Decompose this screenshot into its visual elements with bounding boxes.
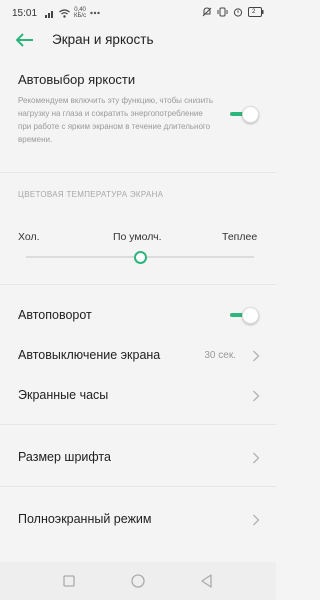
- mute-bell-icon: [202, 7, 212, 17]
- auto-rotate-toggle[interactable]: [230, 307, 259, 324]
- recents-square-icon[interactable]: [61, 573, 77, 589]
- screen-timeout-label: Автовыключение экрана: [18, 348, 161, 362]
- vibrate-icon: [217, 7, 228, 17]
- status-icons-left: 0,40 КБ/с: [45, 7, 100, 19]
- color-temp-slider-thumb[interactable]: [133, 251, 147, 264]
- home-circle-icon[interactable]: [130, 573, 146, 589]
- color-temp-cold-label: Хол.: [18, 231, 40, 243]
- font-size-label: Размер шрифта: [18, 450, 111, 464]
- color-temp-default-label: По умолч.: [113, 231, 162, 243]
- toggle-thumb: [242, 307, 259, 324]
- header: Экран и яркость: [0, 26, 276, 54]
- chevron-right-icon: [253, 452, 260, 464]
- auto-brightness-title: Автовыбор яркости: [18, 72, 136, 87]
- back-triangle-icon[interactable]: [199, 573, 215, 589]
- chevron-right-icon: [253, 350, 260, 362]
- chevron-right-icon: [253, 514, 260, 526]
- screen-clock-row[interactable]: Экранные часы: [0, 376, 276, 416]
- net-speed-indicator: 0,40 КБ/с: [74, 7, 86, 19]
- screen-timeout-row[interactable]: Автовыключение экрана 30 сек.: [0, 336, 276, 376]
- auto-brightness-toggle[interactable]: [230, 106, 259, 123]
- navigation-bar: [0, 562, 276, 600]
- battery-level: 2: [252, 9, 256, 15]
- screen-clock-label: Экранные часы: [18, 388, 109, 402]
- status-icons-right: 2: [202, 7, 264, 17]
- divider: [0, 284, 276, 285]
- signal-icon: [45, 10, 53, 18]
- status-bar: 15:01 0,40 КБ/с 2: [0, 0, 276, 26]
- divider: [0, 424, 276, 425]
- fullscreen-label: Полноэкранный режим: [18, 512, 152, 526]
- auto-rotate-label: Автоповорот: [18, 308, 92, 322]
- status-time: 15:01: [12, 8, 38, 19]
- font-size-row[interactable]: Размер шрифта: [0, 438, 276, 478]
- alarm-icon: [233, 8, 243, 17]
- divider: [0, 486, 276, 487]
- back-arrow-icon[interactable]: [14, 32, 36, 48]
- screen-timeout-value: 30 сек.: [204, 350, 236, 361]
- wifi-icon: [59, 8, 70, 18]
- chevron-right-icon: [253, 390, 260, 402]
- toggle-thumb: [242, 106, 259, 123]
- color-temperature-header: ЦВЕТОВАЯ ТЕМПЕРАТУРА ЭКРАНА: [18, 190, 164, 199]
- color-temp-warm-label: Теплее: [222, 231, 258, 243]
- net-speed-unit: КБ/с: [74, 13, 87, 19]
- battery-icon: 2: [248, 7, 264, 17]
- notification-dots-icon: [90, 11, 100, 15]
- page-title: Экран и яркость: [52, 32, 154, 47]
- divider: [0, 172, 276, 173]
- fullscreen-row[interactable]: Полноэкранный режим: [0, 500, 276, 540]
- auto-brightness-description: Рекомендуем включить эту функцию, чтобы …: [18, 96, 214, 144]
